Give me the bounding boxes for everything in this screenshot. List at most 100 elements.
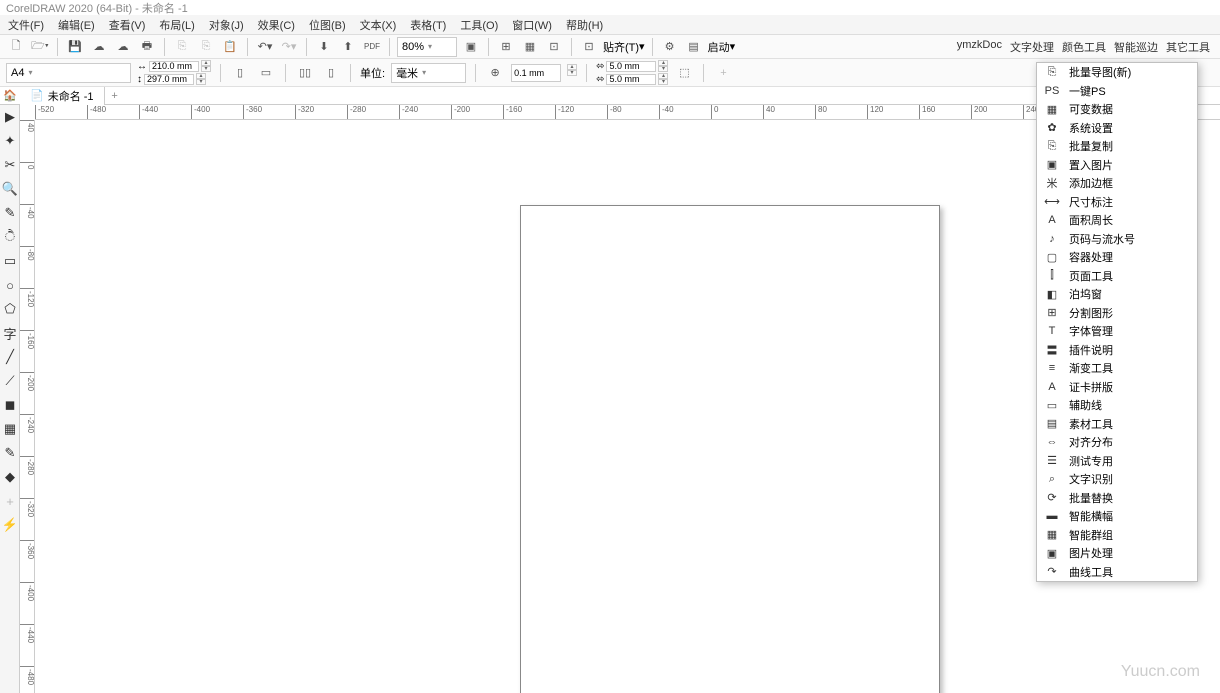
shape-tool[interactable]: ✦ xyxy=(0,129,20,153)
fill-tool[interactable]: ◆ xyxy=(0,465,20,489)
plugin-menu-item[interactable]: 米添加边框 xyxy=(1037,174,1197,193)
width-input[interactable] xyxy=(149,61,199,72)
plugin-menu-item[interactable]: ⎘批量复制 xyxy=(1037,137,1197,156)
vertical-ruler[interactable]: 400-40-80-120-160-200-240-280-320-360-40… xyxy=(20,120,35,693)
text-tool[interactable]: 字 xyxy=(0,321,20,345)
page-size-dropdown[interactable]: A4 xyxy=(6,63,131,83)
save-button[interactable]: 💾 xyxy=(65,37,85,57)
new-doc-button[interactable]: 🗋 xyxy=(6,37,26,57)
plugin-menu-item[interactable]: ⎘批量导图(新) xyxy=(1037,63,1197,82)
rectangle-tool[interactable]: ▭ xyxy=(0,249,20,273)
parallel-tool[interactable]: ╱ xyxy=(0,345,20,369)
redo-button[interactable]: ↷▾ xyxy=(279,37,299,57)
plugin-menu-item[interactable]: T字体管理 xyxy=(1037,322,1197,341)
connector-tool[interactable]: ⟋ xyxy=(0,369,20,393)
page-area[interactable] xyxy=(520,205,940,693)
grid-button[interactable]: ▦ xyxy=(520,37,540,57)
landscape-button[interactable]: ▭ xyxy=(256,63,276,83)
plugin-menu-item[interactable]: ▤素材工具 xyxy=(1037,415,1197,434)
plugin-tab-smart[interactable]: 智能巡边 xyxy=(1114,39,1158,55)
plugin-menu-item[interactable]: 〓插件说明 xyxy=(1037,341,1197,360)
plugin-menu-item[interactable]: ⟷尺寸标注 xyxy=(1037,193,1197,212)
snap-icon[interactable]: ⊡ xyxy=(579,37,599,57)
paste-button[interactable]: ⎘ xyxy=(196,37,216,57)
menu-edit[interactable]: 编辑(E) xyxy=(58,17,95,33)
tab-home-icon[interactable]: 🏠 xyxy=(0,89,20,102)
plus-tool[interactable]: + xyxy=(0,489,20,513)
crop-button[interactable]: ⬚ xyxy=(674,63,694,83)
copy-button[interactable]: ⎘ xyxy=(172,37,192,57)
plugin-tab-color[interactable]: 颜色工具 xyxy=(1062,39,1106,55)
menu-help[interactable]: 帮助(H) xyxy=(566,17,603,33)
plugin-menu-item[interactable]: ◧泊坞窗 xyxy=(1037,285,1197,304)
clipboard-button[interactable]: 📋 xyxy=(220,37,240,57)
open-button[interactable]: 🗁▾ xyxy=(30,37,50,57)
plugin-menu-item[interactable]: ▬智能横幅 xyxy=(1037,507,1197,526)
plugin-menu-item[interactable]: ⇔对齐分布 xyxy=(1037,433,1197,452)
ruler-button[interactable]: ⊞ xyxy=(496,37,516,57)
pdf-button[interactable]: PDF xyxy=(362,37,382,57)
plugin-menu-item[interactable]: ☰测试专用 xyxy=(1037,452,1197,471)
plugin-menu-item[interactable]: ▦可变数据 xyxy=(1037,100,1197,119)
pick-tool[interactable]: ▶ xyxy=(0,105,20,129)
zoom-tool[interactable]: 🔍 xyxy=(0,177,20,201)
print-button[interactable]: 🖶 xyxy=(137,37,157,57)
height-input[interactable] xyxy=(144,74,194,85)
snap-dropdown[interactable]: 贴齐(T) ▾ xyxy=(603,39,645,55)
ellipse-tool[interactable]: ○ xyxy=(0,273,20,297)
menu-tools[interactable]: 工具(O) xyxy=(460,17,498,33)
menu-text[interactable]: 文本(X) xyxy=(360,17,397,33)
add-tab-button[interactable]: + xyxy=(105,90,125,102)
export-button[interactable]: ⬆ xyxy=(338,37,358,57)
dropshadow-tool[interactable]: ◼ xyxy=(0,393,20,417)
plugin-menu-item[interactable]: ≡渐变工具 xyxy=(1037,359,1197,378)
plugin-menu-item[interactable]: ♪页码与流水号 xyxy=(1037,230,1197,249)
plugin-menu-item[interactable]: ▢容器处理 xyxy=(1037,248,1197,267)
freehand-tool[interactable]: ✎ xyxy=(0,201,20,225)
plugin-menu-item[interactable]: ▣置入图片 xyxy=(1037,156,1197,175)
cloud-down-icon[interactable]: ☁ xyxy=(89,37,109,57)
plugin-menu-item[interactable]: ⫿页面工具 xyxy=(1037,267,1197,286)
plugin-tab-other[interactable]: 其它工具 xyxy=(1166,39,1210,55)
plugin-menu-item[interactable]: ⟳批量替换 xyxy=(1037,489,1197,508)
plugin-menu-item[interactable]: ⊞分割图形 xyxy=(1037,304,1197,323)
menu-object[interactable]: 对象(J) xyxy=(209,17,244,33)
plugin-menu-item[interactable]: ▣图片处理 xyxy=(1037,544,1197,563)
plugin-tab-text[interactable]: 文字处理 xyxy=(1010,39,1054,55)
plugin-menu-item[interactable]: A证卡拼版 xyxy=(1037,378,1197,397)
transparency-tool[interactable]: ▦ xyxy=(0,417,20,441)
import-button[interactable]: ⬇ xyxy=(314,37,334,57)
quick-tool[interactable]: ⚡ xyxy=(0,513,20,537)
guides-button[interactable]: ⊡ xyxy=(544,37,564,57)
menu-layout[interactable]: 布局(L) xyxy=(159,17,194,33)
fullscreen-button[interactable]: ▣ xyxy=(461,37,481,57)
plugin-menu-item[interactable]: ▦智能群组 xyxy=(1037,526,1197,545)
menu-file[interactable]: 文件(F) xyxy=(8,17,44,33)
add-button[interactable]: + xyxy=(713,63,733,83)
menu-effect[interactable]: 效果(C) xyxy=(258,17,295,33)
units-dropdown[interactable]: 毫米 xyxy=(391,63,466,83)
plugin-menu-item[interactable]: A面积周长 xyxy=(1037,211,1197,230)
menu-bitmap[interactable]: 位图(B) xyxy=(309,17,346,33)
dup-x-input[interactable] xyxy=(606,61,656,72)
artistic-tool[interactable]: ੈ xyxy=(0,225,20,249)
launch-dropdown[interactable]: 启动 ▾ xyxy=(708,39,736,55)
menu-table[interactable]: 表格(T) xyxy=(410,17,446,33)
document-tab[interactable]: 📄 未命名 -1 xyxy=(20,87,105,105)
menu-view[interactable]: 查看(V) xyxy=(109,17,146,33)
plugin-menu-item[interactable]: ✿系统设置 xyxy=(1037,119,1197,138)
menu-window[interactable]: 窗口(W) xyxy=(512,17,552,33)
layout-button[interactable]: ▤ xyxy=(684,37,704,57)
plugin-tab-ymzk[interactable]: ymzkDoc xyxy=(957,39,1002,55)
polygon-tool[interactable]: ⬠ xyxy=(0,297,20,321)
options-button[interactable]: ⚙ xyxy=(660,37,680,57)
dup-y-input[interactable] xyxy=(606,74,656,85)
cloud-up-icon[interactable]: ☁ xyxy=(113,37,133,57)
eyedropper-tool[interactable]: ✎ xyxy=(0,441,20,465)
nudge-input[interactable] xyxy=(511,64,561,82)
crop-tool[interactable]: ✂ xyxy=(0,153,20,177)
all-pages-button[interactable]: ▯▯ xyxy=(295,63,315,83)
undo-button[interactable]: ↶▾ xyxy=(255,37,275,57)
plugin-menu-item[interactable]: PS一键PS xyxy=(1037,82,1197,101)
plugin-menu-item[interactable]: ⌕文字识别 xyxy=(1037,470,1197,489)
